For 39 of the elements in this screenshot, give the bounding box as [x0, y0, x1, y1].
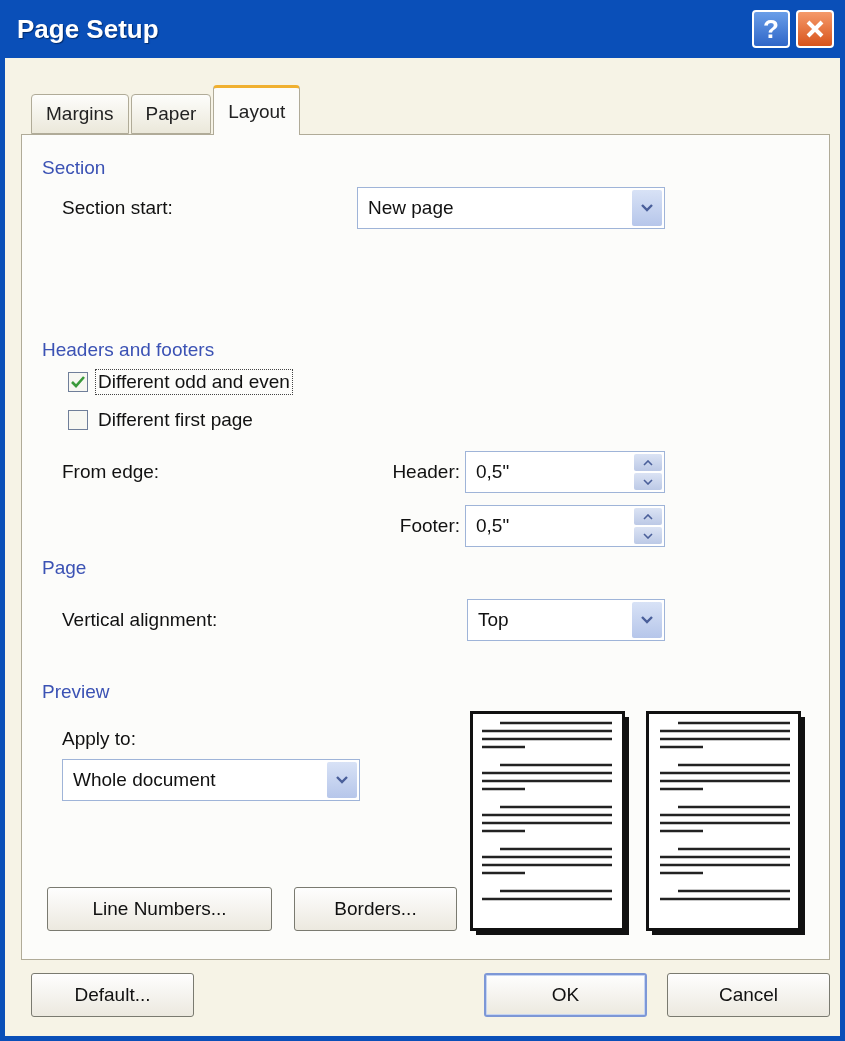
- help-button[interactable]: ?: [752, 10, 790, 48]
- dialog-button[interactable]: Cancel: [667, 973, 830, 1017]
- spin-field[interactable]: 0,5": [465, 505, 665, 547]
- group-label: Section: [42, 156, 106, 180]
- field-label: From edge:: [62, 461, 160, 483]
- checkbox[interactable]: [68, 410, 88, 430]
- apply-to-dropdown[interactable]: Whole document: [62, 759, 360, 801]
- tab[interactable]: Margins: [31, 94, 129, 134]
- section-start-dropdown[interactable]: New page: [357, 187, 665, 229]
- checkbox[interactable]: [68, 372, 88, 392]
- checkbox-label[interactable]: Different first page: [96, 408, 255, 432]
- group-label: Headers and footers: [42, 338, 215, 362]
- dialog-button[interactable]: Line Numbers...: [47, 887, 272, 931]
- chevron-down-icon: [640, 203, 654, 213]
- vertical-alignment-dropdown[interactable]: Top: [467, 599, 665, 641]
- field-label: Vertical alignment:: [62, 609, 218, 631]
- chevron-down-icon: [640, 615, 654, 625]
- spin-up-icon: [643, 513, 653, 520]
- spin-up-icon: [643, 459, 653, 466]
- check-icon: [71, 376, 85, 388]
- field-label: Header:: [392, 461, 461, 483]
- group-label: Preview: [42, 680, 110, 704]
- window-title: Page Setup: [17, 13, 160, 45]
- group-label: Page: [42, 556, 87, 580]
- checkbox-label[interactable]: Different odd and even: [96, 370, 292, 394]
- tab[interactable]: Layout: [213, 85, 301, 135]
- field-label: Footer:: [399, 515, 461, 537]
- field-label: Apply to:: [62, 728, 136, 750]
- tab[interactable]: Paper: [130, 94, 212, 134]
- dialog-button[interactable]: Borders...: [294, 887, 457, 931]
- spin-field[interactable]: 0,5": [465, 451, 665, 493]
- spin-down-icon: [643, 478, 653, 485]
- spin-down-icon: [643, 532, 653, 539]
- dialog-button[interactable]: Default...: [31, 973, 194, 1017]
- close-icon: [804, 18, 826, 40]
- field-label: Section start:: [62, 197, 173, 219]
- dialog-button[interactable]: OK: [484, 973, 647, 1017]
- close-button[interactable]: [796, 10, 834, 48]
- chevron-down-icon: [335, 775, 349, 785]
